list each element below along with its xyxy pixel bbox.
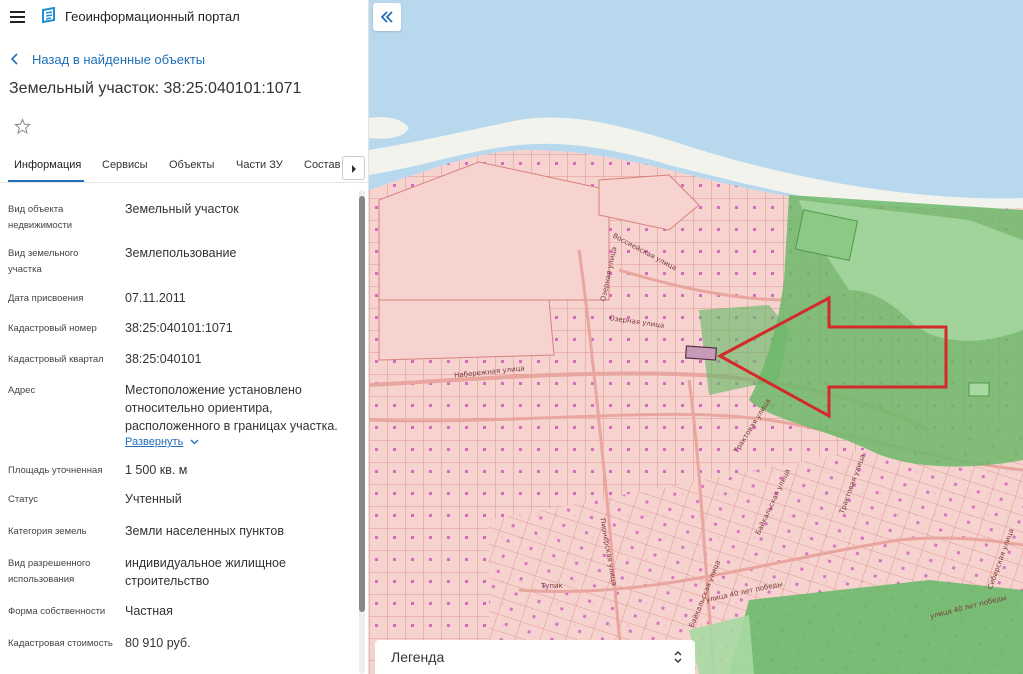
legend-label: Легенда: [391, 649, 445, 665]
large-parcel: [378, 299, 555, 361]
prop-value: 38:25:040101: [125, 352, 202, 366]
collapse-panel-button[interactable]: [373, 3, 401, 31]
top-bar: Геоинформационный портал: [0, 0, 368, 34]
prop-label: Площадь уточненная: [8, 465, 103, 476]
prop-value: Землепользование: [125, 246, 237, 260]
prop-label: Кадастровый номер: [8, 323, 97, 334]
tab-objects[interactable]: Объекты: [169, 159, 214, 171]
menu-icon[interactable]: [10, 11, 25, 23]
prop-label: Форма собственности: [8, 606, 106, 617]
back-link-label: Назад в найденные объекты: [32, 51, 206, 67]
chevron-left-icon: [10, 53, 18, 65]
prop-label: Адрес: [8, 385, 36, 396]
double-chevron-left-icon: [380, 11, 393, 23]
prop-label: Кадастровая стоимость: [8, 638, 113, 649]
portal-logo-icon: [42, 7, 55, 24]
prop-label: Дата присвоения: [8, 293, 84, 304]
prop-label: Категория земель: [8, 526, 87, 537]
expand-link[interactable]: Развернуть: [125, 436, 199, 448]
info-panel: Геоинформационный портал Назад в найденн…: [0, 0, 369, 674]
chevron-down-icon: [190, 439, 199, 445]
tab-services[interactable]: Сервисы: [102, 159, 148, 171]
tab-information[interactable]: Информация: [14, 159, 81, 171]
prop-value: 1 500 кв. м: [125, 463, 188, 477]
tab-composition[interactable]: Состав: [304, 159, 340, 171]
prop-label: Вид разрешенного использования: [8, 558, 91, 585]
street-label: Тупик: [541, 582, 563, 590]
forest-parcel: [968, 382, 990, 397]
prop-value: Земельный участок: [125, 202, 239, 216]
address-value: Местоположение установлено относительно …: [125, 383, 338, 433]
prop-value: 38:25:040101:1071: [125, 321, 233, 335]
scrollbar-thumb[interactable]: [359, 196, 365, 612]
prop-value: Учтенный: [125, 492, 182, 506]
prop-label: Статус: [8, 494, 39, 505]
prop-label: Вид объекта недвижимости: [8, 204, 73, 231]
back-link[interactable]: Назад в найденные объекты: [10, 50, 205, 68]
prop-value: Земли населенных пунктов: [125, 524, 284, 538]
prop-value: индивидуальное жилищное строительство: [125, 556, 286, 588]
chevron-right-icon: [352, 165, 356, 173]
prop-value: 80 910 руб.: [125, 636, 191, 650]
tab-parts[interactable]: Части ЗУ: [236, 159, 283, 171]
prop-value: 07.11.2011: [125, 291, 186, 305]
app-title: Геоинформационный портал: [65, 9, 240, 24]
panel-scrollbar[interactable]: [359, 190, 365, 674]
cadastral-map: [369, 0, 1023, 674]
legend-panel[interactable]: Легенда: [375, 640, 695, 674]
updown-chevron-icon[interactable]: [673, 650, 683, 664]
page-title: Земельный участок: 38:25:040101:1071: [9, 80, 302, 97]
star-icon[interactable]: [14, 118, 31, 135]
map-view[interactable]: Воссиейская улица Озерная улица Озерная …: [369, 0, 1023, 674]
expand-link-label: Развернуть: [125, 436, 184, 448]
selected-parcel[interactable]: [684, 345, 718, 361]
prop-label: Кадастровый квартал: [8, 354, 104, 365]
tab-scroll-button[interactable]: [342, 156, 365, 180]
active-tab-indicator: [8, 180, 84, 182]
prop-value: Частная: [125, 604, 173, 618]
prop-label: Вид земельного участка: [8, 248, 79, 275]
tab-bar: Информация Сервисы Объекты Части ЗУ Сост…: [0, 150, 368, 183]
